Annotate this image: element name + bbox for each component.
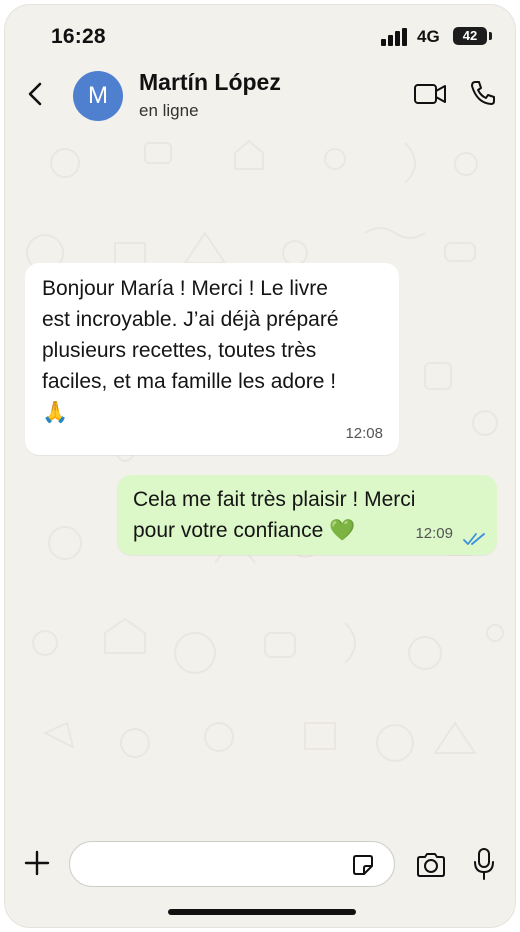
double-check-icon	[463, 533, 485, 545]
message-input[interactable]	[69, 841, 395, 887]
message-bubble-outgoing[interactable]: Cela me fait très plaisir ! Merci pour v…	[117, 475, 497, 555]
status-time: 16:28	[51, 25, 106, 48]
signal-bars-icon	[381, 28, 407, 46]
phone-icon[interactable]	[469, 79, 497, 107]
status-bar: 16:28 4G 42	[5, 5, 515, 65]
network-type: 4G	[417, 27, 440, 46]
battery-level: 42	[462, 28, 478, 43]
chat-wallpaper	[26, 139, 504, 762]
message-emoji: 🙏	[42, 401, 69, 424]
composer-bar	[5, 831, 515, 897]
video-camera-icon[interactable]	[413, 81, 447, 107]
battery-tip	[489, 32, 492, 40]
chat-header: M Martín López en ligne	[5, 65, 515, 127]
contact-status: en ligne	[139, 101, 199, 120]
avatar[interactable]: M	[73, 71, 123, 121]
home-indicator	[168, 909, 356, 915]
green-heart-emoji: 💚	[329, 519, 356, 542]
chat-screen: 16:28 4G 42 M Martín López en ligne Bonj…	[4, 4, 516, 928]
chevron-left-icon[interactable]	[23, 79, 49, 109]
message-time: 12:09	[415, 525, 453, 542]
battery-icon: 42	[453, 27, 487, 45]
plus-icon[interactable]	[23, 849, 51, 877]
message-text: Bonjour María ! Merci ! Le livre est inc…	[42, 277, 339, 393]
microphone-icon[interactable]	[473, 847, 495, 881]
message-time: 12:08	[345, 425, 383, 442]
sticker-icon[interactable]	[351, 853, 375, 877]
message-text: Cela me fait très plaisir ! Merci pour v…	[133, 488, 416, 542]
camera-icon[interactable]	[415, 851, 447, 879]
contact-name[interactable]: Martín López	[139, 69, 281, 96]
message-bubble-incoming[interactable]: Bonjour María ! Merci ! Le livre est inc…	[25, 263, 399, 455]
